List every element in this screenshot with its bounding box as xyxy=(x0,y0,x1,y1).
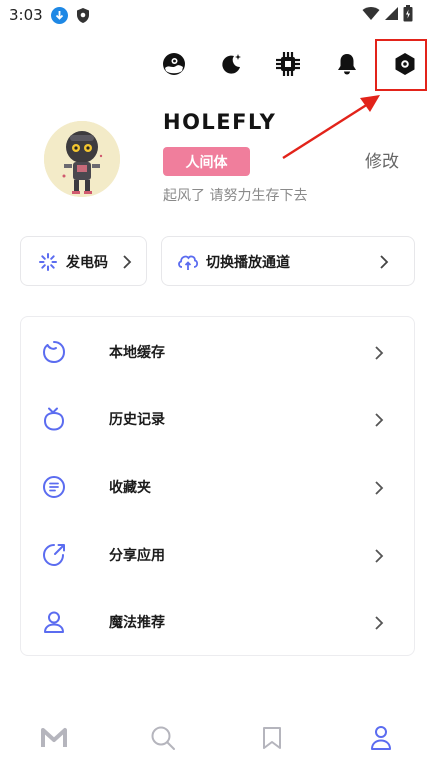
search-icon[interactable] xyxy=(147,722,179,754)
night-mode-icon[interactable] xyxy=(213,46,249,82)
top-toolbar xyxy=(0,46,435,86)
menu-item-label: 历史记录 xyxy=(109,412,165,428)
chevron-right-icon xyxy=(375,549,384,563)
menu-item-magic-recommend[interactable]: 魔法推荐 xyxy=(21,587,414,655)
highlight-box xyxy=(375,39,427,91)
status-time: 3:03 xyxy=(9,6,43,24)
switch-channel-button[interactable]: 切换播放通道 xyxy=(161,236,415,286)
menu-item-share[interactable]: 分享应用 xyxy=(21,520,414,588)
favorites-icon xyxy=(43,476,65,498)
battery-icon xyxy=(403,5,413,22)
download-status-icon xyxy=(51,7,68,24)
chip-icon[interactable] xyxy=(270,46,306,82)
chevron-right-icon xyxy=(123,255,132,269)
status-bar: 3:03 xyxy=(0,0,435,30)
user-icon xyxy=(44,611,64,633)
landscape-icon[interactable] xyxy=(156,46,192,82)
tv-history-icon xyxy=(43,407,65,431)
cloud-sync-icon xyxy=(178,255,199,270)
menu-item-label: 收藏夹 xyxy=(109,480,151,496)
local-cache-icon xyxy=(42,341,66,364)
chevron-right-icon xyxy=(375,616,384,630)
switch-channel-label: 切换播放通道 xyxy=(206,255,290,271)
menu-item-history[interactable]: 历史记录 xyxy=(21,384,414,452)
share-icon xyxy=(42,544,65,567)
robot-avatar-image xyxy=(44,121,120,197)
edit-profile-link[interactable]: 修改 xyxy=(365,147,399,172)
power-code-label: 发电码 xyxy=(66,255,108,271)
chevron-right-icon xyxy=(375,481,384,495)
menu-item-favorites[interactable]: 收藏夹 xyxy=(21,452,414,520)
menu-item-local-cache[interactable]: 本地缓存 xyxy=(21,317,414,385)
wifi-icon xyxy=(362,7,380,20)
menu-item-label: 魔法推荐 xyxy=(109,615,165,631)
loading-spinner-icon xyxy=(39,253,57,271)
user-tag-badge: 人间体 xyxy=(163,147,250,176)
signal-icon xyxy=(385,7,398,20)
home-m-icon[interactable] xyxy=(38,722,70,754)
username: HOLEFLY xyxy=(163,110,277,134)
user-signature: 起风了 请努力生存下去 xyxy=(163,188,308,204)
chevron-right-icon xyxy=(375,346,384,360)
power-code-button[interactable]: 发电码 xyxy=(20,236,147,286)
avatar[interactable] xyxy=(44,121,120,197)
menu-card: 本地缓存 历史记录 收藏夹 分享应用 魔法推荐 xyxy=(20,316,415,656)
profile-icon[interactable] xyxy=(365,722,397,754)
bottom-nav xyxy=(0,712,435,766)
status-right xyxy=(362,5,413,22)
menu-item-label: 分享应用 xyxy=(109,548,165,564)
menu-item-label: 本地缓存 xyxy=(109,345,165,361)
chevron-right-icon xyxy=(375,413,384,427)
chevron-right-icon xyxy=(380,255,389,269)
bell-icon[interactable] xyxy=(329,46,365,82)
shield-status-icon xyxy=(76,7,90,28)
bookmark-icon[interactable] xyxy=(256,722,288,754)
